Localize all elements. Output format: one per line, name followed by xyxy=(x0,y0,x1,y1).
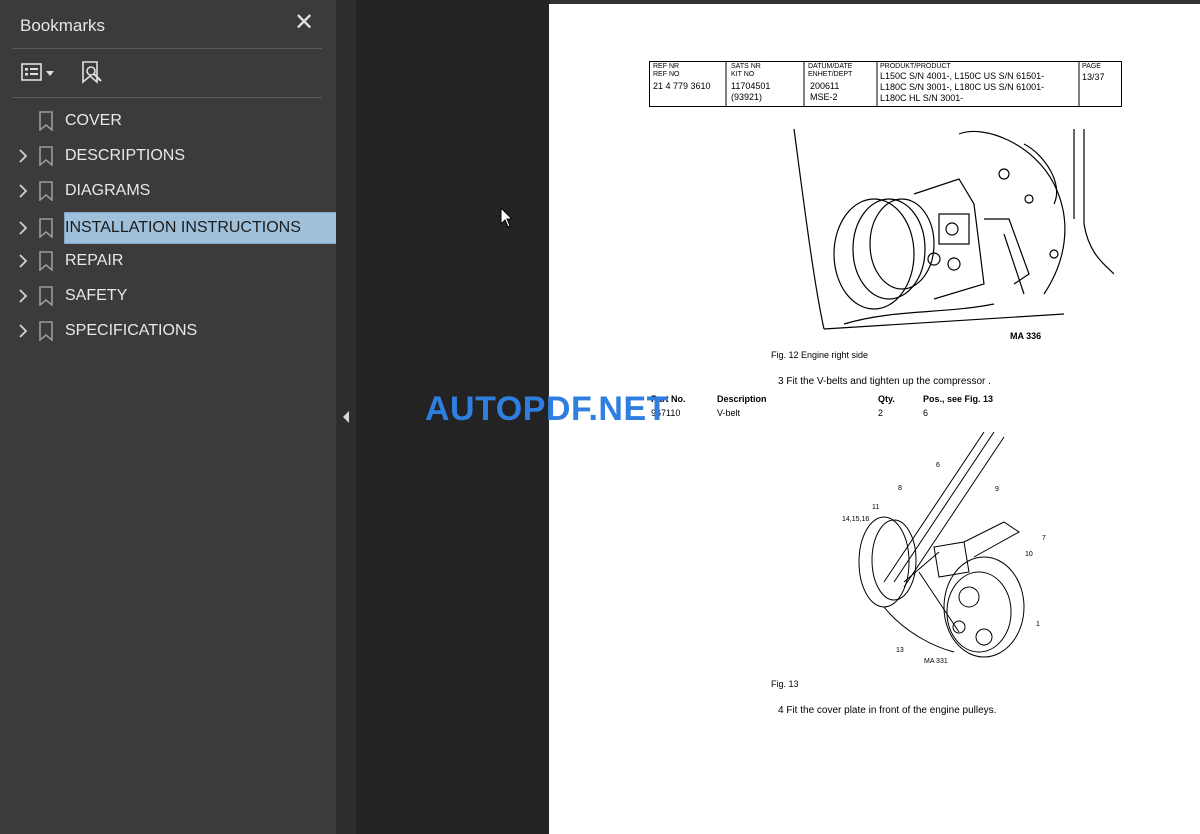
bookmark-item-cover[interactable]: COVER xyxy=(0,106,336,136)
callout-10: 10 xyxy=(1025,551,1033,558)
product-line: L180C HL S/N 3001- xyxy=(880,93,964,103)
table-header-pos: Pos., see Fig. 13 xyxy=(923,394,994,404)
bookmark-icon xyxy=(39,286,53,306)
ref-value: 21 4 779 3610 xyxy=(653,81,711,91)
table-cell-description: V-belt xyxy=(717,408,741,418)
bookmark-options-button[interactable] xyxy=(20,60,60,86)
fig12-caption: Fig. 12 Engine right side xyxy=(771,350,869,360)
bookmark-item-specifications[interactable]: SPECIFICATIONS xyxy=(0,316,336,346)
bookmark-label: SAFETY xyxy=(65,287,128,304)
bookmark-label: DIAGRAMS xyxy=(65,182,151,199)
engine-illustration xyxy=(793,128,1114,330)
fig13-code: MA 331 xyxy=(924,658,948,665)
callout-8: 8 xyxy=(898,485,902,492)
callout-7: 7 xyxy=(1042,535,1046,542)
product-line: L180C S/N 3001-, L180C US S/N 61001- xyxy=(880,82,1045,92)
list-options-icon xyxy=(21,63,54,81)
product-line: L150C S/N 4001-, L150C US S/N 61501- xyxy=(880,71,1045,81)
bookmark-item-descriptions[interactable]: DESCRIPTIONS xyxy=(0,141,336,171)
bookmark-label: INSTALLATION INSTRUCTIONS xyxy=(64,212,342,244)
panel-title: Bookmarks xyxy=(20,16,106,35)
bookmark-icon xyxy=(39,251,53,271)
kit-label: SATS NR xyxy=(731,63,761,70)
dept-label: ENHET/DEPT xyxy=(808,71,853,78)
ref-label-en: REF NO xyxy=(653,71,680,78)
page-label: PAGE xyxy=(1082,63,1101,70)
callout-1: 1 xyxy=(1036,621,1040,628)
mouse-cursor-icon xyxy=(500,207,514,228)
kit-label-en: KIT NO xyxy=(731,71,755,78)
dept-value: MSE-2 xyxy=(810,92,838,102)
bookmark-icon xyxy=(39,181,53,201)
step-4: 4 Fit the cover plate in front of the en… xyxy=(778,705,997,716)
chevron-right-icon[interactable] xyxy=(16,288,30,304)
callout-11: 11 xyxy=(872,504,880,511)
close-icon: ✕ xyxy=(293,9,315,36)
collapse-panel-icon[interactable] xyxy=(342,410,350,424)
divider xyxy=(12,97,322,98)
bookmark-icon xyxy=(39,321,53,341)
callout-13: 13 xyxy=(896,647,904,654)
date-label: DATUM/DATE xyxy=(808,63,853,70)
bookmark-label: SPECIFICATIONS xyxy=(65,322,198,339)
table-cell-qty: 2 xyxy=(878,408,884,418)
bookmark-item-installation-instructions[interactable]: INSTALLATION INSTRUCTIONS xyxy=(0,212,342,244)
table-header-description: Description xyxy=(717,394,767,404)
chevron-right-icon[interactable] xyxy=(16,220,30,236)
fig13-caption: Fig. 13 xyxy=(771,679,799,689)
bookmark-item-repair[interactable]: REPAIR xyxy=(0,246,336,276)
product-label: PRODUKT/PRODUCT xyxy=(880,63,951,70)
fig12-code: MA 336 xyxy=(1010,331,1042,341)
chevron-right-icon[interactable] xyxy=(16,323,30,339)
compressor-illustration xyxy=(858,432,1025,658)
bookmark-item-safety[interactable]: SAFETY xyxy=(0,281,336,311)
bookmark-item-diagrams[interactable]: DIAGRAMS xyxy=(0,176,336,206)
bookmark-icon xyxy=(39,111,53,131)
chevron-right-icon[interactable] xyxy=(16,253,30,269)
find-bookmark-button[interactable] xyxy=(80,60,104,86)
callout-9: 9 xyxy=(995,486,999,493)
bookmark-icon xyxy=(39,146,53,166)
table-cell-pos: 6 xyxy=(923,408,929,418)
close-panel-button[interactable]: ✕ xyxy=(293,9,315,36)
chevron-right-icon[interactable] xyxy=(16,183,30,199)
watermark: AUTOPDF.NET xyxy=(425,390,668,428)
kit-value-2: (93921) xyxy=(731,92,763,102)
ref-label: REF NR xyxy=(653,63,680,70)
bookmark-label: COVER xyxy=(65,112,122,129)
find-bookmark-icon xyxy=(82,61,102,84)
step-3: 3 Fit the V-belts and tighten up the com… xyxy=(778,376,991,387)
bookmarks-panel: Bookmarks ✕ COVER DESCRIPTIONS DIAGRAMS xyxy=(0,0,342,834)
callout-6: 6 xyxy=(936,462,940,469)
chevron-right-icon[interactable] xyxy=(16,148,30,164)
divider xyxy=(12,48,322,49)
bookmark-icon xyxy=(39,218,53,238)
callout-14-15-16: 14,15,16 xyxy=(842,516,870,523)
bookmark-label: DESCRIPTIONS xyxy=(65,147,186,164)
table-header-qty: Qty. xyxy=(878,394,895,404)
page-value: 13/37 xyxy=(1082,72,1105,82)
bookmark-label: REPAIR xyxy=(65,252,124,269)
